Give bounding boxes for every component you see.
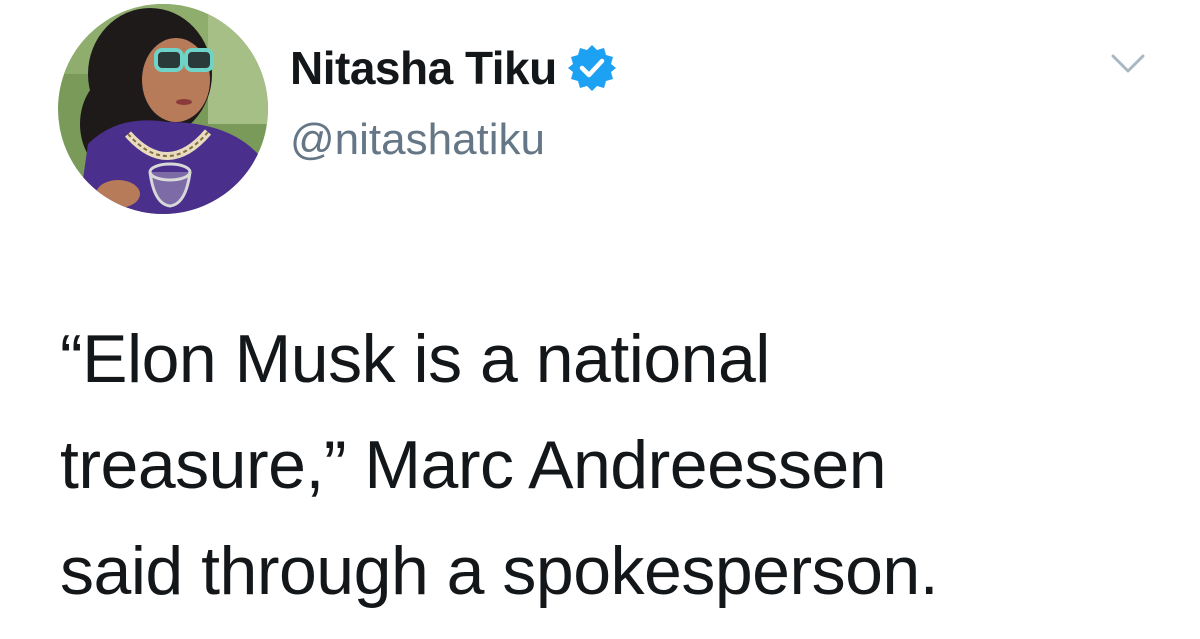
verified-badge-icon xyxy=(567,43,617,93)
username-handle[interactable]: @nitashatiku xyxy=(290,118,545,162)
author-name-row[interactable]: Nitasha Tiku xyxy=(290,38,617,98)
tweet-card: Nitasha Tiku @nitashatiku “Elon Musk is … xyxy=(0,0,1200,639)
avatar[interactable] xyxy=(58,4,268,214)
tweet-text-line: treasure,” Marc Andreessen xyxy=(60,427,887,503)
tweet-text-line: said through a spokesperson. xyxy=(60,533,939,609)
avatar-photo xyxy=(58,4,268,214)
tweet-text: “Elon Musk is a national treasure,” Marc… xyxy=(60,306,1140,624)
display-name[interactable]: Nitasha Tiku xyxy=(290,45,557,91)
chevron-down-icon[interactable] xyxy=(1110,52,1146,76)
tweet-text-line: “Elon Musk is a national xyxy=(60,321,770,397)
